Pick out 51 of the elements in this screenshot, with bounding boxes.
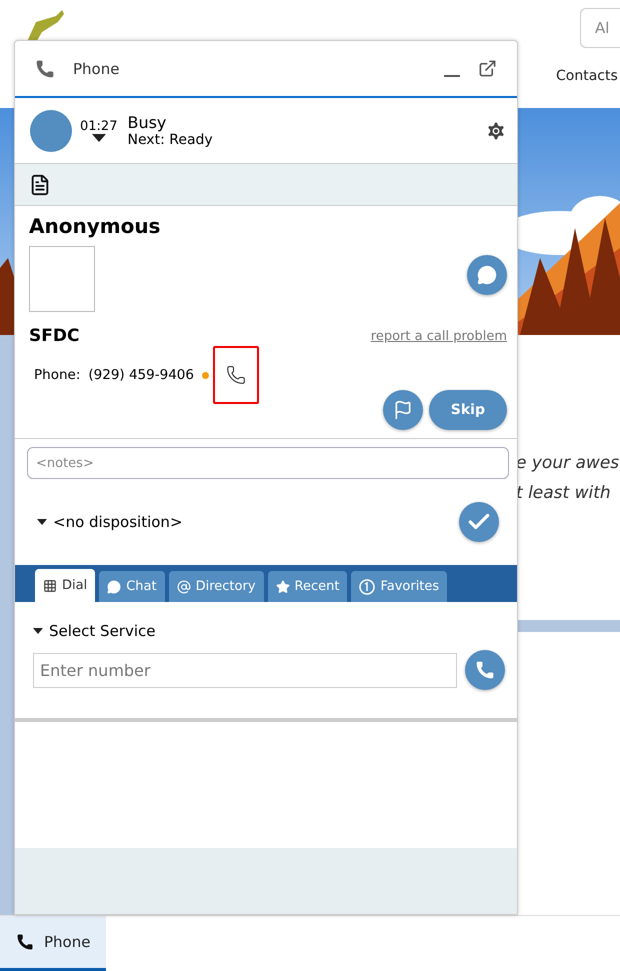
nav-link[interactable]: Contacts: [556, 68, 620, 84]
document-icon: [29, 174, 51, 196]
phone-icon: [16, 933, 34, 951]
panel-title: Phone: [73, 60, 120, 78]
document-button[interactable]: [29, 174, 51, 196]
tab[interactable]: Directory: [168, 571, 264, 602]
phone-icon: [226, 365, 246, 385]
disposition-dropdown[interactable]: <no disposition>: [37, 513, 183, 531]
next-status: Next: Ready: [127, 132, 214, 148]
skip-button[interactable]: Skip: [428, 390, 507, 430]
chat-icon: [107, 580, 122, 594]
phone-icon: [35, 58, 55, 78]
status-dot: [202, 372, 209, 378]
caret-icon: [33, 628, 43, 634]
flag-icon: [392, 400, 413, 420]
search-field[interactable]: Al: [580, 8, 620, 48]
popout-button[interactable]: [478, 59, 497, 78]
call-button[interactable]: [465, 650, 505, 690]
number-field[interactable]: Enter number: [33, 652, 457, 688]
tab[interactable]: Recent: [268, 571, 348, 602]
at-icon: [176, 580, 191, 594]
circle-icon: [359, 578, 376, 594]
star-icon: [276, 580, 290, 594]
phone-label: Phone:: [34, 367, 80, 383]
tab[interactable]: Favorites: [351, 571, 448, 602]
agent-status: Busy: [127, 113, 168, 132]
settings-button[interactable]: [485, 120, 507, 142]
tab[interactable]: Dial: [35, 569, 96, 602]
contact-source: SFDC: [29, 326, 80, 346]
tab[interactable]: Chat: [99, 571, 165, 602]
notes-field[interactable]: <notes>: [27, 447, 509, 479]
report-link[interactable]: report a call problem: [370, 328, 507, 344]
chat-icon: [477, 265, 497, 285]
keypad-icon: [43, 578, 57, 592]
popout-icon: [478, 59, 497, 78]
avatar: [30, 110, 72, 152]
call-button[interactable]: [212, 346, 259, 404]
phone-number: (929) 459-9406: [88, 367, 194, 383]
broken-image: [29, 246, 95, 312]
flag-button[interactable]: [382, 390, 423, 430]
confirm-button[interactable]: [459, 502, 499, 542]
phone-tab[interactable]: Phone: [0, 916, 106, 971]
phone-icon: [475, 660, 495, 680]
chat-button[interactable]: [467, 255, 507, 295]
caret-icon: [37, 519, 47, 525]
contact-name: Anonymous: [29, 214, 162, 238]
service-dropdown[interactable]: Select Service: [33, 622, 156, 640]
timer-dropdown[interactable]: 01:27: [80, 119, 118, 142]
caret-icon: [92, 134, 106, 142]
minimize-icon: [444, 74, 460, 76]
settings-icon: [485, 120, 507, 142]
